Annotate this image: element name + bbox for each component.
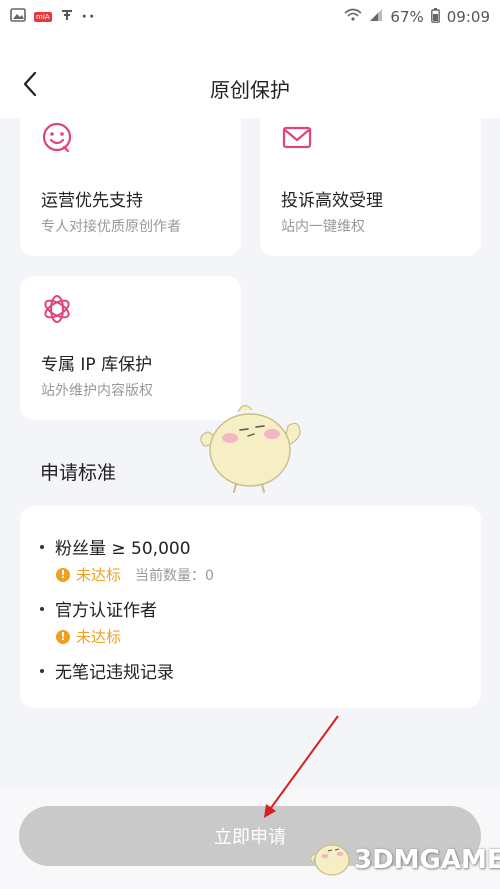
app-badge-icon: mIA (34, 12, 52, 22)
watermark-mascot-icon (308, 838, 354, 882)
benefit-title: 专属 IP 库保护 (41, 355, 153, 375)
current-count: 当前数量：0 (135, 567, 214, 584)
benefit-subtitle: 站内一键维权 (281, 219, 365, 235)
bullet-icon (40, 606, 44, 611)
benefit-title: 运营优先支持 (41, 191, 143, 211)
mail-icon (280, 120, 314, 154)
criteria-section-title: 申请标准 (40, 462, 117, 484)
status-bar: mIA ·· 67% 09:09 (0, 0, 500, 34)
benefit-card-operation-support: 运营优先支持 专人对接优质原创作者 (20, 108, 241, 256)
clock: 09:09 (446, 8, 490, 26)
criteria-card: 粉丝量 ≥ 50,000 ! 未达标 当前数量：0 官方认证作者 ! 未达标 无… (20, 506, 481, 708)
battery-percent: 67% (390, 8, 424, 26)
page-title: 原创保护 (210, 78, 290, 102)
criteria-item-no-violation: 无笔记违规记录 (40, 658, 174, 683)
smile-icon (40, 120, 74, 154)
battery-icon (430, 7, 440, 27)
benefit-title: 投诉高效受理 (281, 191, 383, 211)
benefit-subtitle: 站外维护内容版权 (41, 383, 153, 399)
signal-icon (369, 8, 383, 26)
pin-icon (60, 8, 74, 26)
benefit-card-complaint: 投诉高效受理 站内一键维权 (260, 108, 481, 256)
warning-icon: ! (56, 567, 70, 582)
status-text: 未达标 (76, 566, 122, 584)
criteria-item-official: 官方认证作者 (40, 596, 157, 621)
mascot-illustration (196, 396, 304, 496)
nav-bar: 原创保护 (0, 34, 500, 118)
gallery-icon (10, 8, 26, 26)
criteria-item-fans: 粉丝量 ≥ 50,000 (40, 534, 191, 559)
status-dots: ·· (81, 9, 97, 25)
criteria-label: 官方认证作者 (55, 601, 157, 621)
flower-icon (40, 292, 74, 326)
benefit-subtitle: 专人对接优质原创作者 (41, 219, 181, 235)
status-text: 未达标 (76, 628, 122, 646)
watermark-text: 3DMGAME (354, 845, 500, 875)
wifi-icon (344, 8, 362, 26)
criteria-label: 粉丝量 ≥ 50,000 (55, 539, 191, 559)
bullet-icon (40, 544, 44, 549)
bullet-icon (40, 668, 44, 673)
criteria-status-fans: ! 未达标 当前数量：0 (56, 564, 214, 585)
watermark: 3DMGAME (308, 838, 500, 882)
criteria-status-official: ! 未达标 (56, 626, 135, 647)
criteria-label: 无笔记违规记录 (55, 663, 174, 683)
warning-icon: ! (56, 629, 70, 644)
